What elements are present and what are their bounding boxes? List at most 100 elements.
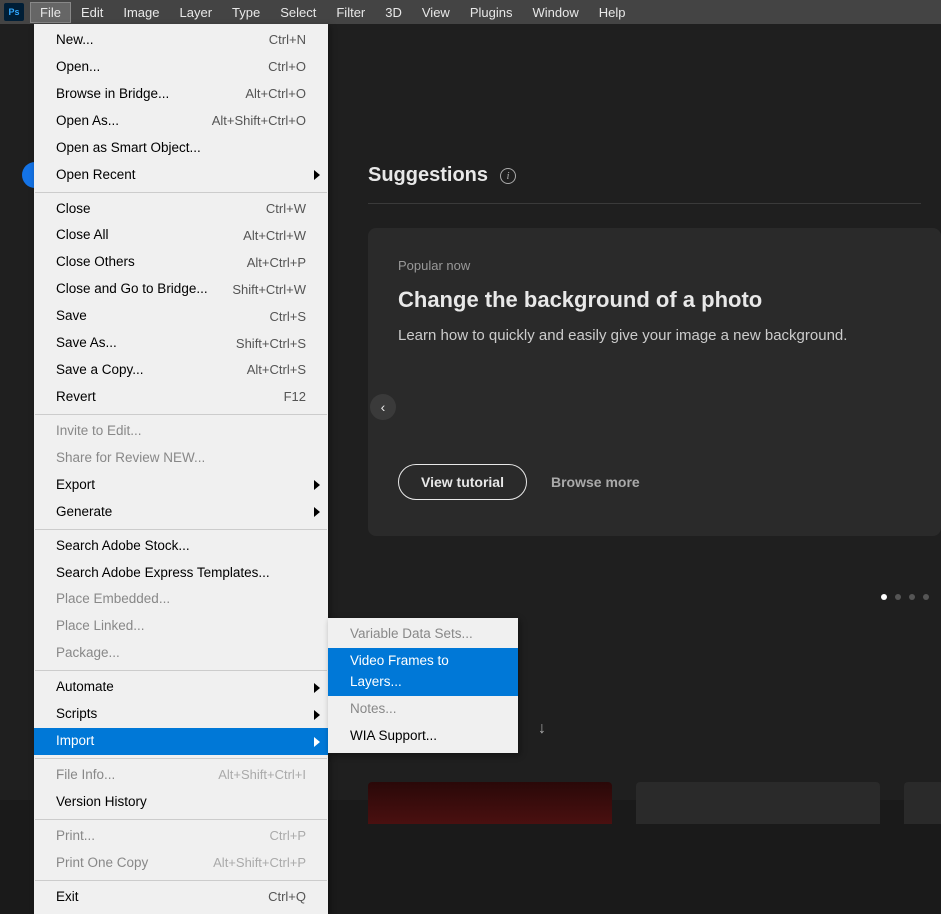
- menu-item-label: Package...: [56, 643, 120, 664]
- menu-item-label: Close: [56, 199, 91, 220]
- chevron-right-icon: [314, 710, 320, 720]
- menu-item-shortcut: Shift+Ctrl+W: [232, 280, 306, 300]
- menu-separator: [35, 758, 327, 759]
- menu-item-label: Place Linked...: [56, 616, 145, 637]
- file-menu-item[interactable]: Search Adobe Express Templates...: [34, 560, 328, 587]
- menu-item-label: Save: [56, 306, 87, 327]
- menu-item-label: Notes...: [350, 699, 397, 720]
- file-menu-item[interactable]: Import: [34, 728, 328, 755]
- file-menu-item[interactable]: Save As...Shift+Ctrl+S: [34, 330, 328, 357]
- menu-item-label: Search Adobe Express Templates...: [56, 563, 270, 584]
- file-menu-item[interactable]: Generate: [34, 499, 328, 526]
- menu-item-label: Scripts: [56, 704, 97, 725]
- menu-item-label: Save As...: [56, 333, 117, 354]
- menu-item-label: Close Others: [56, 252, 135, 273]
- file-menu-item[interactable]: Open...Ctrl+O: [34, 54, 328, 81]
- file-menu-item[interactable]: Open Recent: [34, 162, 328, 189]
- file-menu-item: Share for Review NEW...: [34, 445, 328, 472]
- menu-item-label: File Info...: [56, 765, 115, 786]
- menu-item-shortcut: Ctrl+Q: [268, 887, 306, 907]
- menu-item-label: WIA Support...: [350, 726, 437, 747]
- carousel-dot[interactable]: [895, 594, 901, 600]
- menu-item-shortcut: Ctrl+P: [270, 826, 306, 846]
- import-submenu-item[interactable]: Video Frames to Layers...: [328, 648, 518, 696]
- file-menu-item[interactable]: Close Ctrl+W: [34, 196, 328, 223]
- recent-thumbnail[interactable]: [368, 782, 612, 824]
- menu-item-label: Browse in Bridge...: [56, 84, 169, 105]
- menu-item-label: Generate: [56, 502, 112, 523]
- menu-item-label: Close All: [56, 225, 109, 246]
- menu-file[interactable]: File: [30, 2, 71, 23]
- menu-window[interactable]: Window: [522, 2, 588, 23]
- info-icon[interactable]: i: [500, 168, 516, 184]
- carousel-dot[interactable]: [923, 594, 929, 600]
- browse-more-link[interactable]: Browse more: [551, 474, 640, 490]
- menu-item-shortcut: Ctrl+N: [269, 30, 306, 50]
- menu-separator: [35, 529, 327, 530]
- file-menu-item[interactable]: RevertF12: [34, 384, 328, 411]
- menu-item-shortcut: Alt+Ctrl+O: [245, 84, 306, 104]
- carousel-prev-button[interactable]: ‹: [370, 394, 396, 420]
- menu-item-shortcut: Alt+Ctrl+W: [243, 226, 306, 246]
- file-menu-item[interactable]: Close OthersAlt+Ctrl+P: [34, 249, 328, 276]
- file-menu-item[interactable]: Save Ctrl+S: [34, 303, 328, 330]
- card-title: Change the background of a photo: [398, 287, 911, 313]
- file-menu-item[interactable]: Open as Smart Object...: [34, 135, 328, 162]
- chevron-right-icon: [314, 737, 320, 747]
- file-menu-item: Print... Ctrl+P: [34, 823, 328, 850]
- menu-help[interactable]: Help: [589, 2, 636, 23]
- file-menu-item[interactable]: Export: [34, 472, 328, 499]
- file-menu-item[interactable]: Search Adobe Stock...: [34, 533, 328, 560]
- carousel-dot[interactable]: [909, 594, 915, 600]
- file-menu-item[interactable]: Automate: [34, 674, 328, 701]
- menu-layer[interactable]: Layer: [170, 2, 223, 23]
- file-menu-item[interactable]: Scripts: [34, 701, 328, 728]
- menu-select[interactable]: Select: [270, 2, 326, 23]
- file-menu-item[interactable]: Open As...Alt+Shift+Ctrl+O: [34, 108, 328, 135]
- menu-plugins[interactable]: Plugins: [460, 2, 523, 23]
- file-menu-item: File Info...Alt+Shift+Ctrl+I: [34, 762, 328, 789]
- chevron-right-icon: [314, 507, 320, 517]
- card-description: Learn how to quickly and easily give you…: [398, 327, 911, 344]
- menu-view[interactable]: View: [412, 2, 460, 23]
- chevron-right-icon: [314, 170, 320, 180]
- menu-item-label: Place Embedded...: [56, 589, 170, 610]
- file-menu-item[interactable]: New...Ctrl+N: [34, 27, 328, 54]
- menu-3d[interactable]: 3D: [375, 2, 412, 23]
- recent-thumbnail[interactable]: [904, 782, 941, 824]
- menu-item-label: Exit: [56, 887, 79, 908]
- menu-filter[interactable]: Filter: [326, 2, 375, 23]
- menu-edit[interactable]: Edit: [71, 2, 113, 23]
- menu-item-label: Open Recent: [56, 165, 136, 186]
- menu-item-label: Invite to Edit...: [56, 421, 142, 442]
- menu-image[interactable]: Image: [113, 2, 169, 23]
- section-title: Suggestions: [368, 164, 488, 187]
- recent-thumbnail[interactable]: [636, 782, 880, 824]
- file-menu-item: Package...: [34, 640, 328, 667]
- file-menu-item[interactable]: Version History: [34, 789, 328, 816]
- import-submenu-item: Variable Data Sets...: [328, 621, 518, 648]
- menu-item-shortcut: Alt+Shift+Ctrl+O: [212, 111, 306, 131]
- menubar: Ps FileEditImageLayerTypeSelectFilter3DV…: [0, 0, 941, 24]
- menu-item-label: Revert: [56, 387, 96, 408]
- carousel-dot[interactable]: [881, 594, 887, 600]
- file-menu-item[interactable]: Close and Go to Bridge... Shift+Ctrl+W: [34, 276, 328, 303]
- menu-separator: [35, 414, 327, 415]
- file-menu-item[interactable]: Browse in Bridge... Alt+Ctrl+O: [34, 81, 328, 108]
- menu-item-label: Close and Go to Bridge...: [56, 279, 208, 300]
- menu-separator: [35, 670, 327, 671]
- menu-item-label: Video Frames to Layers...: [350, 651, 496, 693]
- view-tutorial-button[interactable]: View tutorial: [398, 464, 527, 500]
- menu-item-shortcut: Ctrl+S: [270, 307, 306, 327]
- file-menu-item[interactable]: Save a Copy...Alt+Ctrl+S: [34, 357, 328, 384]
- menu-type[interactable]: Type: [222, 2, 270, 23]
- sort-arrow-icon[interactable]: ↓: [538, 720, 546, 738]
- menu-item-shortcut: Alt+Shift+Ctrl+P: [213, 853, 306, 873]
- file-menu-item: Place Linked...: [34, 613, 328, 640]
- menu-item-label: Print...: [56, 826, 95, 847]
- recent-thumbnails: [368, 782, 941, 824]
- file-menu-item[interactable]: Close All Alt+Ctrl+W: [34, 222, 328, 249]
- menu-item-shortcut: Ctrl+W: [266, 199, 306, 219]
- import-submenu-item[interactable]: WIA Support...: [328, 723, 518, 750]
- file-menu-item[interactable]: Exit Ctrl+Q: [34, 884, 328, 911]
